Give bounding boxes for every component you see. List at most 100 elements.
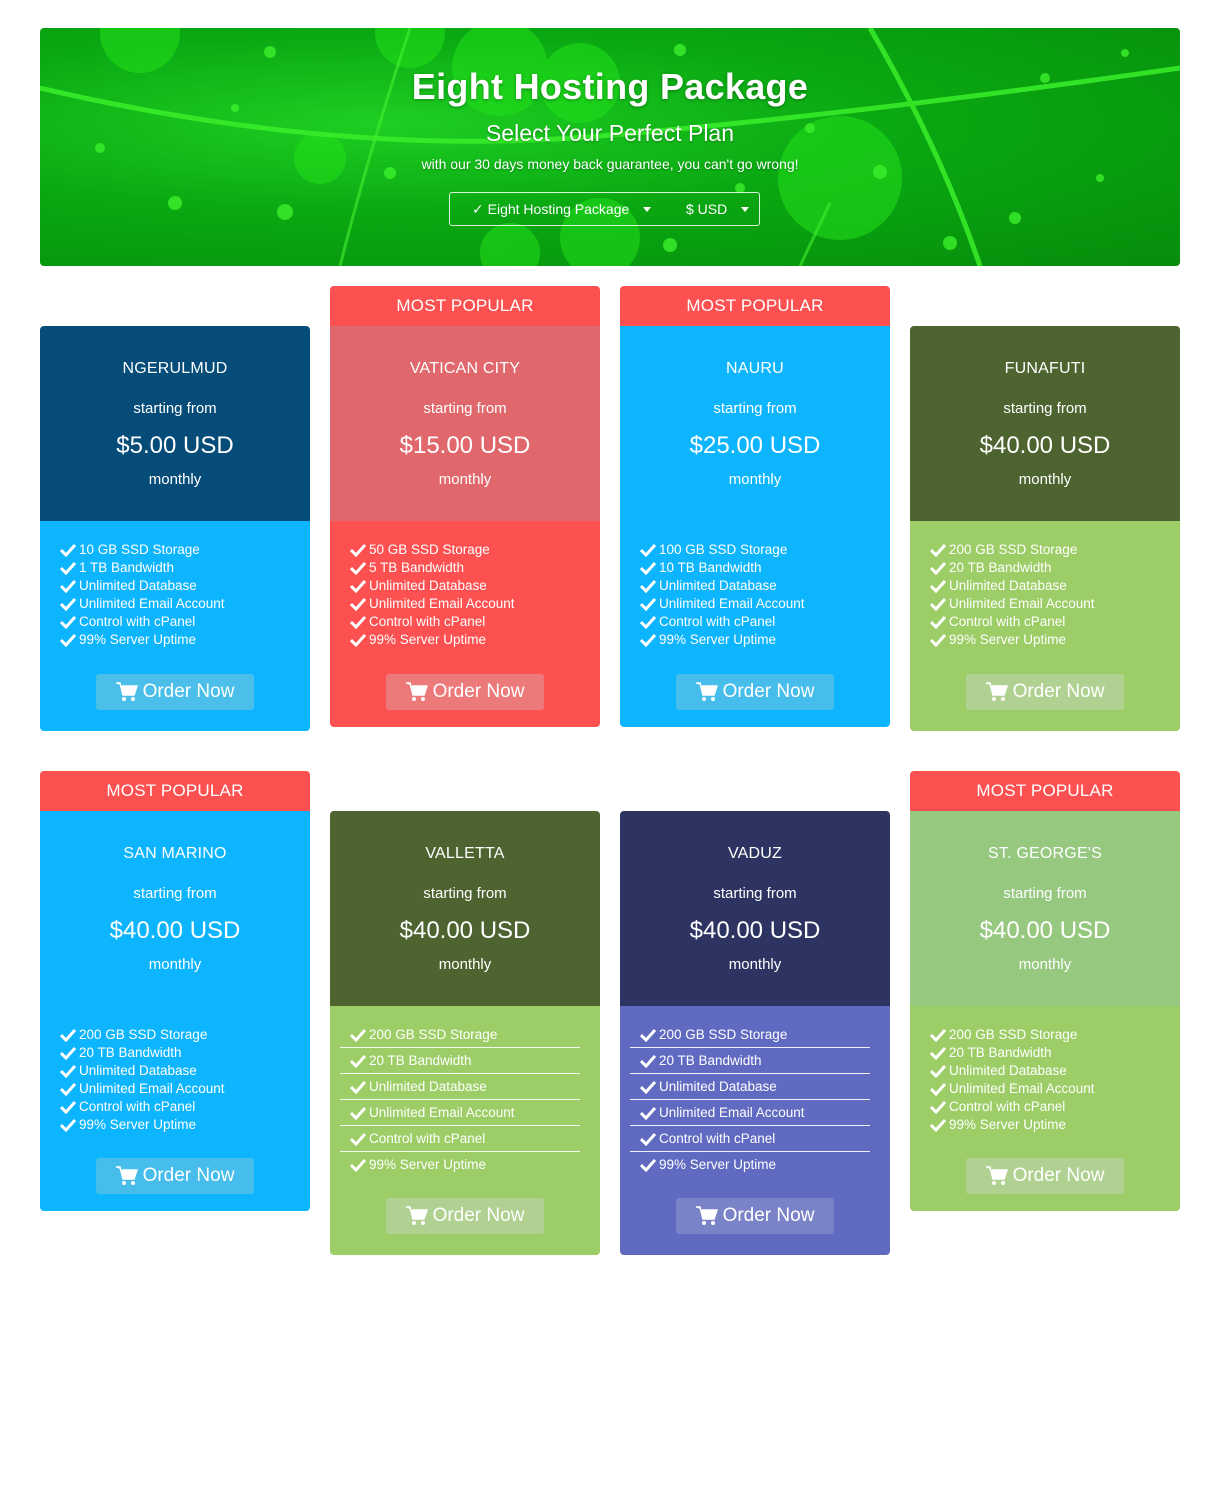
feature-list: 200 GB SSD Storage 20 TB Bandwidth Unlim… [40,1006,310,1134]
plan-header: VATICAN CITY starting from $15.00 USD mo… [330,326,600,521]
feature-item: 99% Server Uptime [630,1152,870,1178]
order-now-label: Order Now [142,1165,235,1186]
feature-item: Unlimited Email Account [60,1080,290,1098]
order-now-button[interactable]: Order Now [96,674,254,710]
shopping-cart-icon [695,682,718,701]
feature-item: Control with cPanel [340,1126,580,1152]
package-dropdown[interactable]: ✓ Eight Hosting Package [472,201,652,218]
check-icon [60,615,76,629]
order-now-button[interactable]: Order Now [96,1158,254,1194]
plan-price: $15.00 USD [399,432,531,459]
check-icon [350,1054,366,1068]
check-icon [350,543,366,557]
feature-item: Unlimited Email Account [350,595,580,613]
feature-list: 200 GB SSD Storage 20 TB Bandwidth Unlim… [910,521,1180,649]
feature-item: Control with cPanel [930,613,1160,631]
feature-item: 200 GB SSD Storage [930,1026,1160,1044]
check-icon [60,1046,76,1060]
feature-item: Control with cPanel [60,613,290,631]
billing-period: monthly [438,956,492,973]
order-now-button[interactable]: Order Now [386,1198,544,1234]
check-icon [350,1080,366,1094]
feature-item: 20 TB Bandwidth [340,1048,580,1074]
shopping-cart-icon [115,682,138,701]
order-now-button[interactable]: Order Now [386,674,544,710]
billing-period: monthly [1018,956,1072,973]
billing-period: monthly [148,471,202,488]
order-now-label: Order Now [432,1205,525,1226]
banner-title: Eight Hosting Package [411,66,809,107]
check-icon [350,1158,366,1172]
hero-banner: Eight Hosting Package Select Your Perfec… [40,28,1180,266]
plan-body: 10 GB SSD Storage 1 TB Bandwidth Unlimit… [40,521,310,731]
plan-header: SAN MARINO starting from $40.00 USD mont… [40,811,310,1006]
currency-dropdown[interactable]: $ USD [686,201,750,217]
starting-from-label: starting from [423,400,507,417]
most-popular-ribbon: MOST POPULAR [910,771,1180,811]
plan-body: 200 GB SSD Storage 20 TB Bandwidth Unlim… [910,1006,1180,1211]
starting-from-label: starting from [1003,400,1087,417]
plan-price: $5.00 USD [116,432,234,459]
check-icon [930,1064,946,1078]
plan-card: FUNAFUTI starting from $40.00 USD monthl… [910,326,1180,731]
plan-name: ST. GEORGE'S [988,845,1102,862]
plan-price: $40.00 USD [689,917,821,944]
check-icon [930,633,946,647]
feature-item: 99% Server Uptime [60,1116,290,1134]
order-now-button[interactable]: Order Now [676,1198,834,1234]
check-icon [350,615,366,629]
feature-item: Control with cPanel [930,1098,1160,1116]
feature-item: 200 GB SSD Storage [630,1022,870,1048]
billing-period: monthly [1018,471,1072,488]
feature-item: Unlimited Database [930,577,1160,595]
feature-item: Control with cPanel [640,613,870,631]
feature-item: 100 GB SSD Storage [640,541,870,559]
feature-item: 1 TB Bandwidth [60,559,290,577]
starting-from-label: starting from [1003,885,1087,902]
feature-item: 200 GB SSD Storage [60,1026,290,1044]
plan-body: 200 GB SSD Storage 20 TB Bandwidth Unlim… [620,1006,890,1255]
plan-price: $40.00 USD [399,917,531,944]
check-icon [60,1064,76,1078]
check-icon [640,543,656,557]
check-icon [350,633,366,647]
feature-item: 99% Server Uptime [930,631,1160,649]
check-icon [640,561,656,575]
plan-name: VATICAN CITY [409,360,521,377]
plan-header: ST. GEORGE'S starting from $40.00 USD mo… [910,811,1180,1006]
feature-item: 50 GB SSD Storage [350,541,580,559]
check-icon [640,1158,656,1172]
check-icon [60,543,76,557]
starting-from-label: starting from [713,400,797,417]
shopping-cart-icon [405,1206,428,1225]
banner-subtitle: Select Your Perfect Plan [485,120,735,146]
plan-body: 200 GB SSD Storage 20 TB Bandwidth Unlim… [40,1006,310,1211]
check-icon [60,1100,76,1114]
feature-list: 50 GB SSD Storage 5 TB Bandwidth Unlimit… [330,521,600,649]
plan-name: FUNAFUTI [1004,360,1086,377]
check-icon [930,1118,946,1132]
check-icon [930,1082,946,1096]
billing-period: monthly [728,471,782,488]
plan-header: NGERULMUD starting from $5.00 USD monthl… [40,326,310,521]
feature-item: Unlimited Email Account [60,595,290,613]
check-icon [930,561,946,575]
order-now-button[interactable]: Order Now [966,674,1124,710]
shopping-cart-icon [405,682,428,701]
order-now-button[interactable]: Order Now [676,674,834,710]
order-now-button[interactable]: Order Now [966,1158,1124,1194]
feature-list: 100 GB SSD Storage 10 TB Bandwidth Unlim… [620,521,890,649]
check-icon [640,579,656,593]
feature-item: 20 TB Bandwidth [630,1048,870,1074]
check-icon [640,1028,656,1042]
billing-period: monthly [148,956,202,973]
feature-item: Unlimited Email Account [640,595,870,613]
plan-header: NAURU starting from $25.00 USD monthly [620,326,890,521]
order-now-label: Order Now [1012,1165,1105,1186]
feature-item: 20 TB Bandwidth [930,1044,1160,1062]
check-icon [930,615,946,629]
check-icon [60,1118,76,1132]
order-now-label: Order Now [722,1205,815,1226]
feature-item: Unlimited Database [630,1074,870,1100]
feature-list: 10 GB SSD Storage 1 TB Bandwidth Unlimit… [40,521,310,649]
